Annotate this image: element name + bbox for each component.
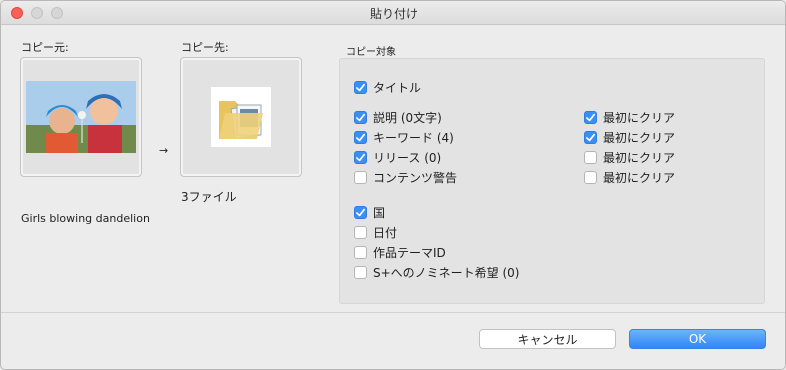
paste-dialog: 貼り付け コピー元: Girls blowing dandelion → コピー… — [0, 0, 786, 370]
clear-first-description-checkbox[interactable]: 最初にクリア — [584, 109, 675, 126]
checkbox-icon — [354, 111, 367, 124]
keywords-checkbox[interactable]: キーワード (4) — [354, 129, 454, 146]
checkbox-icon — [354, 226, 367, 239]
checkbox-label: 最初にクリア — [603, 151, 676, 165]
checkbox-icon — [354, 171, 367, 184]
checkbox-icon — [584, 171, 597, 184]
checkbox-icon — [354, 131, 367, 144]
checkbox-icon — [354, 81, 367, 94]
clear-first-content-warning-checkbox[interactable]: 最初にクリア — [584, 169, 675, 186]
clear-first-keywords-checkbox[interactable]: 最初にクリア — [584, 129, 675, 146]
clear-first-releases-checkbox[interactable]: 最初にクリア — [584, 149, 675, 166]
title-bar: 貼り付け — [1, 1, 785, 25]
date-checkbox[interactable]: 日付 — [354, 224, 397, 241]
destination-well — [180, 57, 302, 177]
copy-targets-label: コピー対象 — [346, 47, 396, 58]
checkbox-label: 国 — [373, 206, 386, 220]
source-caption: Girls blowing dandelion — [21, 212, 150, 225]
folder-icon — [211, 87, 271, 147]
ok-button[interactable]: OK — [629, 329, 766, 349]
checkbox-label: 最初にクリア — [603, 171, 676, 185]
country-checkbox[interactable]: 国 — [354, 204, 385, 221]
checkbox-icon — [354, 246, 367, 259]
source-photo-thumbnail — [26, 81, 136, 153]
destination-caption: 3ファイル — [181, 190, 237, 204]
checkbox-icon — [584, 151, 597, 164]
checkbox-label: タイトル — [373, 81, 422, 95]
arrow-icon: → — [159, 144, 169, 157]
cancel-button[interactable]: キャンセル — [479, 329, 616, 349]
checkbox-icon — [354, 206, 367, 219]
title-checkbox[interactable]: タイトル — [354, 79, 421, 96]
footer-divider — [1, 312, 785, 313]
checkbox-label: 説明 (0文字) — [373, 111, 442, 125]
destination-label: コピー先: — [181, 41, 229, 54]
checkbox-label: リリース (0) — [373, 151, 442, 165]
checkbox-icon — [584, 131, 597, 144]
releases-checkbox[interactable]: リリース (0) — [354, 149, 441, 166]
checkbox-icon — [354, 266, 367, 279]
checkbox-label: 最初にクリア — [603, 111, 676, 125]
window-title: 貼り付け — [369, 7, 418, 21]
checkbox-icon — [354, 151, 367, 164]
checkbox-label: 最初にクリア — [603, 131, 676, 145]
source-well — [20, 57, 142, 177]
source-label: コピー元: — [21, 41, 69, 54]
checkbox-label: コンテンツ警告 — [373, 171, 458, 185]
checkbox-label: S+へのノミネート希望 (0) — [373, 266, 520, 280]
splus-nomination-checkbox[interactable]: S+へのノミネート希望 (0) — [354, 264, 520, 281]
checkbox-icon — [584, 111, 597, 124]
checkbox-label: 日付 — [373, 226, 398, 240]
content-warning-checkbox[interactable]: コンテンツ警告 — [354, 169, 457, 186]
description-checkbox[interactable]: 説明 (0文字) — [354, 109, 442, 126]
checkbox-label: キーワード (4) — [373, 131, 454, 145]
checkbox-label: 作品テーマID — [373, 246, 446, 260]
theme-id-checkbox[interactable]: 作品テーマID — [354, 244, 446, 261]
